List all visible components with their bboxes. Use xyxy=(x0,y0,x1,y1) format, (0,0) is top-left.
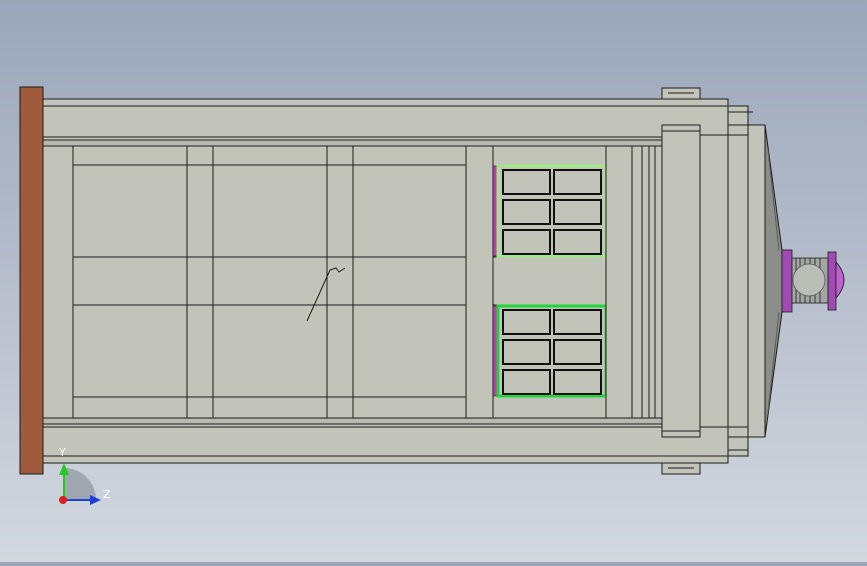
window-section xyxy=(492,145,608,419)
lower-window-pane xyxy=(553,369,602,395)
lower-window-pane xyxy=(553,339,602,365)
upper-window-pane xyxy=(553,229,602,255)
cad-drawing: Y Z xyxy=(19,86,845,505)
x-origin-icon xyxy=(59,496,67,504)
lower-window-pane xyxy=(502,339,551,365)
upper-window xyxy=(496,164,608,258)
top-rail xyxy=(41,98,729,147)
end-plate xyxy=(19,86,44,475)
lower-window-pane xyxy=(553,309,602,335)
right-step-plates xyxy=(605,145,663,419)
nozzle xyxy=(781,249,845,313)
upper-window-pane xyxy=(502,169,551,195)
clamp-flange xyxy=(661,87,729,475)
y-axis-label: Y xyxy=(58,446,66,459)
lower-window-pane xyxy=(502,309,551,335)
upper-window-pane xyxy=(502,199,551,225)
upper-window-pane xyxy=(553,199,602,225)
upper-window-pane xyxy=(553,169,602,195)
lower-window xyxy=(496,304,608,398)
lower-window-pane xyxy=(502,369,551,395)
end-housing xyxy=(727,105,783,457)
cad-viewport[interactable]: Y Z xyxy=(0,0,867,562)
upper-window-pane xyxy=(502,229,551,255)
bottom-rail xyxy=(41,417,729,464)
z-axis-label: Z xyxy=(103,488,111,501)
